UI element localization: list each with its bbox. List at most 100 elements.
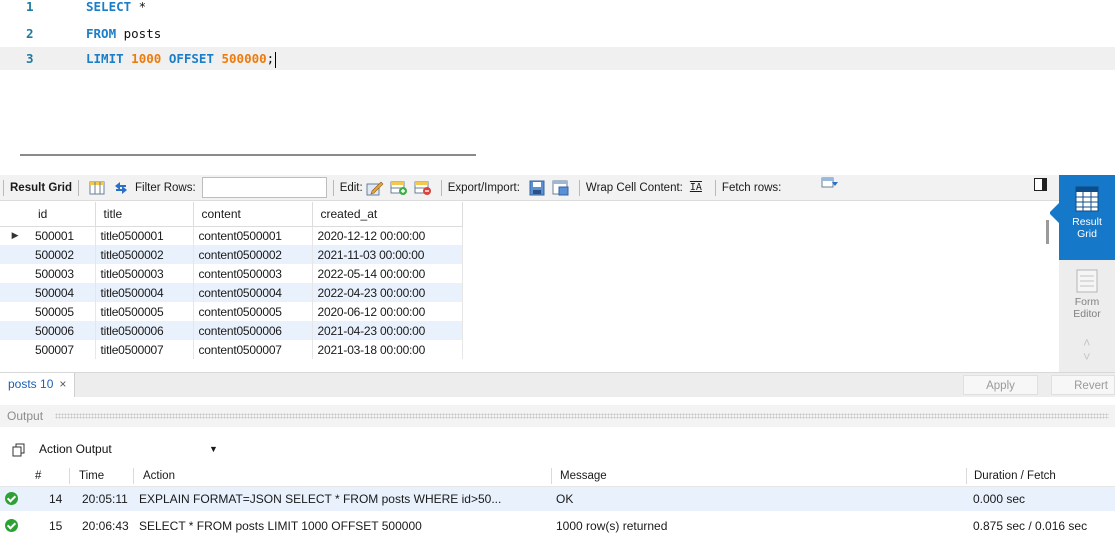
filter-rows-label: Filter Rows: — [134, 181, 196, 194]
result-grid[interactable]: id title content created_at ▶ 500001 tit… — [0, 202, 1050, 372]
sql-text: posts — [116, 26, 162, 41]
copy-icon[interactable] — [12, 442, 26, 464]
fetch-rows-label: Fetch rows: — [721, 181, 782, 194]
cell-title[interactable]: title0500002 — [95, 245, 194, 264]
cell-id[interactable]: 500002 — [30, 245, 96, 264]
dropdown-arrow-icon[interactable]: ▼ — [209, 438, 218, 460]
active-indicator — [1049, 203, 1059, 223]
table-row[interactable]: 500007 title0500007 content0500007 2021-… — [0, 340, 463, 359]
sql-text: ; — [266, 51, 275, 66]
delete-row-icon[interactable] — [414, 180, 432, 196]
output-row-action: SELECT * FROM posts LIMIT 1000 OFFSET 50… — [139, 519, 422, 533]
chevron-up-icon[interactable]: ˄ — [1083, 335, 1091, 350]
table-row[interactable]: ▶ 500001 title0500001 content0500001 202… — [0, 226, 463, 245]
sql-keyword: SELECT — [86, 0, 132, 14]
panel-splitter[interactable] — [20, 154, 476, 156]
edit-row-icon[interactable] — [366, 180, 384, 196]
revert-button[interactable]: Revert — [1051, 375, 1115, 395]
grid-header-row: id title content created_at — [0, 202, 463, 227]
code-line-3[interactable]: 3 LIMIT 1000 OFFSET 500000; — [0, 47, 1115, 70]
table-row[interactable]: 500002 title0500002 content0500002 2021-… — [0, 245, 463, 264]
cell-title[interactable]: title0500006 — [95, 321, 194, 340]
result-grid-side-button[interactable]: Result Grid — [1049, 175, 1115, 260]
cell-title[interactable]: title0500007 — [95, 340, 194, 359]
toggle-panel-checkbox[interactable] — [1034, 178, 1047, 191]
grid-scrollbar[interactable] — [1046, 220, 1049, 244]
sql-keyword: FROM — [86, 26, 117, 41]
cell-id[interactable]: 500007 — [30, 340, 96, 359]
cell-title[interactable]: title0500004 — [95, 283, 194, 302]
output-row-message: 1000 row(s) returned — [556, 519, 668, 533]
code-line-2[interactable]: 2 FROM posts — [0, 22, 1115, 45]
output-row[interactable]: 14 20:05:11 EXPLAIN FORMAT=JSON SELECT *… — [0, 487, 1115, 511]
sql-editor[interactable]: 1 SELECT * 2 FROM posts 3 LIMIT 1000 OFF… — [0, 0, 1115, 100]
cell-id[interactable]: 500006 — [30, 321, 96, 340]
column-header-created-at[interactable]: created_at — [312, 202, 463, 227]
cell-id[interactable]: 500001 — [30, 226, 96, 245]
output-type-select[interactable]: Action Output — [39, 438, 112, 460]
line-number: 3 — [26, 51, 34, 66]
output-row-number: 15 — [49, 519, 63, 533]
table-row[interactable]: 500005 title0500005 content0500005 2020-… — [0, 302, 463, 321]
apply-button[interactable]: Apply — [963, 375, 1038, 395]
wrap-cell-icon[interactable]: IA — [690, 182, 702, 193]
code-line-1[interactable]: 1 SELECT * — [0, 0, 1115, 18]
cell-created-at[interactable]: 2021-04-23 00:00:00 — [312, 321, 463, 340]
close-tab-icon[interactable]: × — [59, 377, 66, 391]
row-marker — [0, 264, 30, 283]
cell-created-at[interactable]: 2022-04-23 00:00:00 — [312, 283, 463, 302]
output-row-time: 20:06:43 — [82, 519, 129, 533]
cell-content[interactable]: content0500004 — [193, 283, 313, 302]
output-row[interactable]: 15 20:06:43 SELECT * FROM posts LIMIT 10… — [0, 514, 1115, 538]
cell-created-at[interactable]: 2021-11-03 00:00:00 — [312, 245, 463, 264]
cell-content[interactable]: content0500006 — [193, 321, 313, 340]
cell-created-at[interactable]: 2020-12-12 00:00:00 — [312, 226, 463, 245]
col-number: # — [35, 470, 42, 482]
grid-layout-icon[interactable] — [88, 180, 106, 196]
cell-title[interactable]: title0500005 — [95, 302, 194, 321]
table-row[interactable]: 500004 title0500004 content0500004 2022-… — [0, 283, 463, 302]
cell-content[interactable]: content0500001 — [193, 226, 313, 245]
column-header-content[interactable]: content — [193, 202, 313, 227]
sql-text: * — [131, 0, 147, 14]
output-row-duration: 0.000 sec — [973, 492, 1026, 506]
result-tab[interactable]: posts 10 × — [0, 373, 76, 397]
refresh-icon[interactable] — [112, 180, 130, 196]
output-row-message: OK — [556, 492, 574, 506]
import-icon[interactable] — [552, 180, 570, 196]
table-row[interactable]: 500006 title0500006 content0500006 2021-… — [0, 321, 463, 340]
cell-created-at[interactable]: 2022-05-14 00:00:00 — [312, 264, 463, 283]
form-editor-side-button[interactable]: Form Editor — [1059, 263, 1115, 333]
chevron-down-icon[interactable]: ˅ — [1083, 349, 1091, 364]
row-marker — [0, 340, 30, 359]
cell-content[interactable]: content0500003 — [193, 264, 313, 283]
drag-handle[interactable] — [55, 413, 1109, 419]
output-row-number: 14 — [49, 492, 63, 506]
table-row[interactable]: 500003 title0500003 content0500003 2022-… — [0, 264, 463, 283]
output-column-headers: # Time Action Message Duration / Fetch — [0, 465, 1115, 487]
output-selector-row: Action Output ▼ — [0, 438, 1115, 460]
result-tab-bar: posts 10 × Apply Revert — [0, 372, 1115, 397]
result-grid-big-icon — [1059, 185, 1115, 216]
sql-keyword: OFFSET — [168, 51, 214, 66]
cell-id[interactable]: 500003 — [30, 264, 96, 283]
result-toolbar: Result Grid Filter Rows: Edit: Export/Im… — [0, 175, 1060, 201]
col-duration: Duration / Fetch — [974, 470, 1056, 482]
cell-content[interactable]: content0500007 — [193, 340, 313, 359]
cell-content[interactable]: content0500005 — [193, 302, 313, 321]
edit-label: Edit: — [339, 181, 363, 194]
cell-created-at[interactable]: 2020-06-12 00:00:00 — [312, 302, 463, 321]
cell-content[interactable]: content0500002 — [193, 245, 313, 264]
insert-row-icon[interactable] — [390, 180, 408, 196]
column-header-id[interactable]: id — [30, 202, 96, 227]
cell-title[interactable]: title0500003 — [95, 264, 194, 283]
cell-id[interactable]: 500005 — [30, 302, 96, 321]
cell-id[interactable]: 500004 — [30, 283, 96, 302]
col-message: Message — [560, 470, 607, 482]
export-icon[interactable] — [528, 180, 546, 196]
fetch-next-rows-icon[interactable] — [821, 176, 839, 192]
cell-created-at[interactable]: 2021-03-18 00:00:00 — [312, 340, 463, 359]
filter-rows-input[interactable] — [201, 177, 327, 198]
column-header-title[interactable]: title — [95, 202, 194, 227]
cell-title[interactable]: title0500001 — [95, 226, 194, 245]
